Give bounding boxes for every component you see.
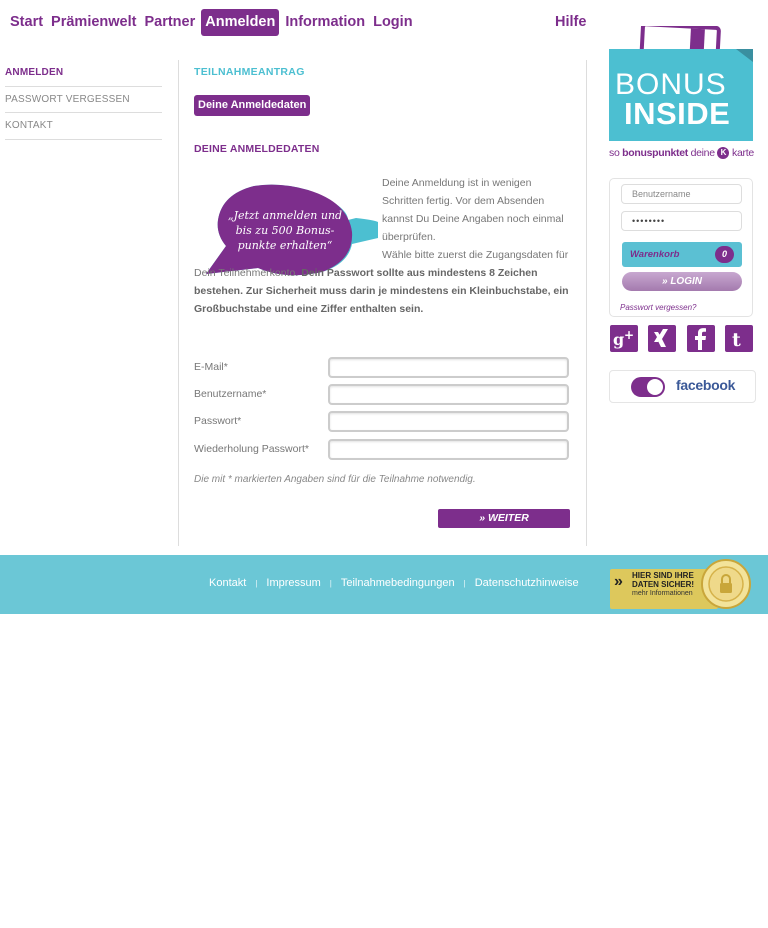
section-heading: DEINE ANMELDEDATEN [194,143,320,155]
email-row: E-Mail* [194,357,570,379]
data-security-seal[interactable]: » HIER SIND IHRE DATEN SICHER! mehr Infor… [608,559,756,609]
facebook-toggle[interactable]: facebook [609,370,756,403]
username-row: Benutzername* [194,384,570,406]
xing-icon[interactable] [648,325,676,352]
password-rules-text: Wähle bitte zuerst die Zugangsdaten für … [194,246,574,318]
nav-hilfe[interactable]: Hilfe [555,9,586,36]
footer-link-teilnahmebedingungen[interactable]: Teilnahmebedingungen [341,577,455,589]
password-field[interactable] [328,411,569,432]
footer-separator: | [255,579,258,588]
password-repeat-field[interactable] [328,439,569,460]
social-icons: g + t [610,325,754,353]
password-repeat-row: Wiederholung Passwort* [194,439,570,461]
sidebar-item-anmelden[interactable]: ANMELDEN [5,60,162,87]
cart-count-badge: 0 [715,246,734,263]
footer-separator: | [329,579,332,588]
footer: Kontakt | Impressum | Teilnahmebedingungen | D… [0,555,768,614]
svg-text:g: g [613,330,624,349]
weiter-button[interactable]: » WEITER [438,509,570,528]
seal-line1: HIER SIND IHRE [632,571,694,580]
toggle-knob [647,379,663,395]
seal-text: HIER SIND IHRE DATEN SICHER! [632,571,694,589]
nav-anmelden[interactable]: Anmelden [201,9,280,36]
login-box: Benutzername •••••••• Warenkorb 0 » LOGI… [609,178,753,317]
cart-label: Warenkorb [630,249,680,260]
double-chevron-icon: » [614,573,623,590]
login-username-input[interactable]: Benutzername [621,184,742,204]
logo-line2: INSIDE [624,96,731,131]
nav-information[interactable]: Information [281,9,369,36]
password-row: Passwort* [194,411,570,433]
logo-tagline-bold: bonuspunktet [622,147,688,159]
sidebar-item-passwort-vergessen[interactable]: PASSWORT VERGESSEN [5,87,162,113]
logo-tagline: so bonuspunktet deine K karte [609,147,754,160]
k-icon: K [717,147,730,160]
google-plus-icon[interactable]: g + [610,325,638,352]
password-label: Passwort* [194,415,242,427]
username-label: Benutzername* [194,388,267,400]
email-label: E-Mail* [194,361,228,373]
facebook-icon[interactable] [687,325,715,352]
sidebar-item-kontakt[interactable]: KONTAKT [5,113,162,140]
login-password-input[interactable]: •••••••• [621,211,742,231]
nav-login[interactable]: Login [369,9,416,36]
logo-tagline-prefix: so [609,147,620,159]
forgot-password-link[interactable]: Passwort vergessen? [620,303,696,312]
bonus-inside-logo: BONUS INSIDE so bonuspunktet deine K kar… [608,22,754,162]
svg-text:t: t [732,329,741,351]
logo-tagline-end: karte [732,147,754,159]
top-navigation: Start Prämienwelt Partner Anmelden Infor… [6,9,417,36]
nav-partner[interactable]: Partner [140,9,199,36]
footer-links: Kontakt | Impressum | Teilnahmebedingungen | D… [209,577,579,589]
logo-tagline-suffix: deine [690,147,716,159]
divider [178,60,179,546]
footer-link-impressum[interactable]: Impressum [266,577,320,589]
login-button[interactable]: » LOGIN [622,272,742,291]
seal-line2: DATEN SICHER! [632,580,695,589]
lock-badge-icon [700,559,752,609]
tab-deine-anmeldedaten[interactable]: Deine Anmeldedaten [194,95,311,116]
page-title: TEILNAHMEANTRAG [194,66,305,78]
toggle-switch[interactable] [631,377,665,397]
intro-text: Deine Anmeldung ist in wenigen Schritten… [382,177,564,243]
sidebar: ANMELDEN PASSWORT VERGESSEN KONTAKT [5,60,162,140]
divider [586,60,587,546]
password-repeat-label: Wiederholung Passwort* [194,443,309,455]
seal-more-info: mehr Informationen [632,590,693,597]
username-field[interactable] [328,384,569,405]
twitter-icon[interactable]: t [725,325,753,352]
required-note: Die mit * markierten Angaben sind für di… [194,474,476,485]
facebook-toggle-label: facebook [676,377,736,393]
footer-separator: | [463,579,466,588]
cart-button[interactable]: Warenkorb 0 [622,242,742,267]
nav-start[interactable]: Start [6,9,47,36]
footer-link-datenschutzhinweise[interactable]: Datenschutzhinweise [475,577,579,589]
nav-praemienwelt[interactable]: Prämienwelt [47,9,140,36]
email-field[interactable] [328,357,569,378]
svg-text:+: + [624,328,634,342]
footer-link-kontakt[interactable]: Kontakt [209,577,246,589]
